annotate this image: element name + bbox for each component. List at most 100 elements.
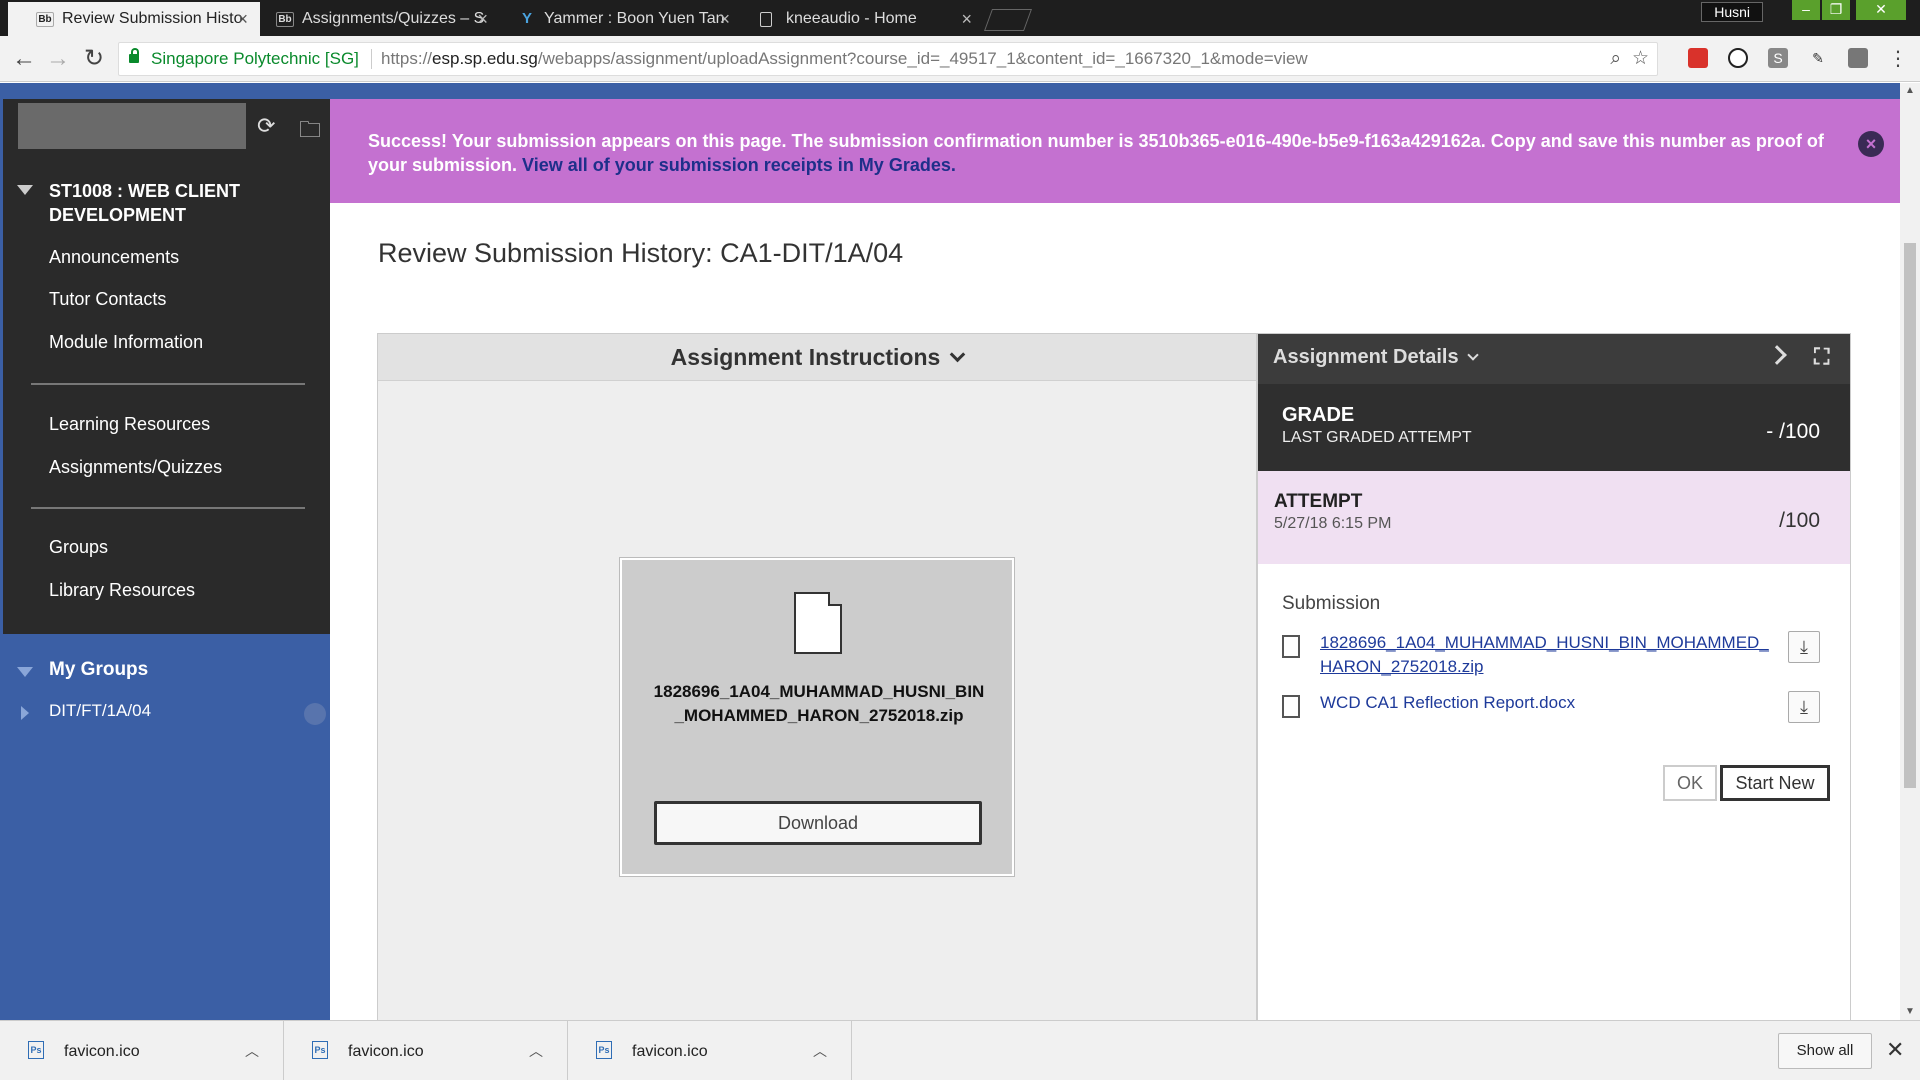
chevron-up-icon[interactable]: ︿ [529,1041,543,1061]
photoshop-file-icon: Ps [312,1041,328,1059]
file-icon [1282,695,1300,718]
document-icon [794,592,842,654]
receipts-link[interactable]: View all of your submission receipts in … [522,155,956,175]
address-bar[interactable]: Singapore Polytechnic [SG] https://esp.s… [118,42,1658,76]
photoshop-file-icon: Ps [28,1041,44,1059]
details-panel: Assignment Details ⛶ GRADE LAST GRADED A… [1257,333,1851,1020]
attempt-date: 5/27/18 6:15 PM [1274,515,1392,532]
chevron-down-icon [1466,349,1479,361]
scroll-down-icon[interactable]: ▼ [1900,1004,1920,1020]
my-groups-panel: My Groups DIT/FT/1A/04 [3,634,330,1020]
close-icon[interactable]: × [719,2,730,36]
extension-gauge-icon[interactable] [1728,48,1748,68]
tab-label: Review Submission Histo [62,10,243,27]
lock-icon [129,48,139,63]
extension-camera-icon[interactable] [1848,48,1868,68]
close-icon[interactable]: ✕ [1886,1037,1904,1063]
download-item[interactable]: Ps favicon.ico ︿ [0,1021,284,1080]
start-new-button[interactable]: Start New [1720,765,1830,801]
group-item[interactable]: DIT/FT/1A/04 [49,701,151,721]
folder-icon[interactable]: 🗀 [299,113,321,151]
sidebar-item-tutor-contacts[interactable]: Tutor Contacts [49,289,166,310]
tab-kneeaudio[interactable]: kneeaudio - Home × [732,2,984,36]
sidebar-item-module-information[interactable]: Module Information [49,332,203,353]
secure-site-name: Singapore Polytechnic [SG] [151,49,359,68]
download-file-name: favicon.ico [348,1043,424,1060]
my-groups-title[interactable]: My Groups [49,659,148,681]
sidebar-item-groups[interactable]: Groups [49,537,108,558]
restore-icon[interactable]: ❐ [1822,0,1850,20]
scroll-thumb[interactable] [1904,243,1916,788]
divider [371,49,372,69]
submission-file-link[interactable]: 1828696_1A04_MUHAMMAD_HUSNI_BIN_MOHAMMED… [1320,631,1770,679]
back-icon[interactable]: ← [8,43,40,75]
download-icon[interactable]: ⤓ [1788,631,1820,663]
extension-s-icon[interactable]: S [1768,48,1788,68]
show-all-button[interactable]: Show all [1778,1033,1872,1069]
grade-value: - /100 [1766,420,1820,443]
profile-button[interactable]: Husni [1701,2,1763,22]
expand-icon[interactable]: ⛶ [1814,346,1836,368]
grade-label: GRADE [1282,404,1355,426]
sidebar-search-area[interactable] [18,103,246,149]
expand-arrow-icon[interactable] [21,706,29,720]
new-tab-button[interactable] [983,9,1033,31]
instructions-header[interactable]: Assignment Instructions [378,334,1256,381]
tab-label: kneeaudio - Home [786,10,917,27]
minimize-icon[interactable]: – [1792,0,1820,20]
ok-button[interactable]: OK [1663,765,1717,801]
extension-pen-icon[interactable]: ✎ [1808,48,1828,68]
chevron-up-icon[interactable]: ︿ [813,1041,827,1061]
menu-icon[interactable]: ⋮ [1882,43,1914,75]
tab-assignments-quizzes[interactable]: Bb Assignments/Quizzes – S × [248,2,500,36]
file-preview-card: 1828696_1A04_MUHAMMAD_HUSNI_BIN_MOHAMMED… [620,558,1014,876]
submission-file-link[interactable]: WCD CA1 Reflection Report.docx [1320,691,1770,715]
download-item[interactable]: Ps favicon.ico ︿ [568,1021,852,1080]
course-title[interactable]: ST1008 : WEB CLIENT DEVELOPMENT [49,179,309,227]
sidebar-item-library-resources[interactable]: Library Resources [49,580,195,601]
group-go-icon[interactable] [304,703,326,725]
close-icon[interactable]: × [1858,131,1884,157]
close-icon[interactable]: × [237,2,248,36]
sidebar-item-assignments-quizzes[interactable]: Assignments/Quizzes [49,457,222,478]
close-icon[interactable]: × [961,2,972,36]
download-button[interactable]: Download [654,801,982,845]
submission-file-row: WCD CA1 Reflection Report.docx ⤓ [1282,691,1820,727]
instructions-label: Assignment Instructions [670,344,941,370]
zoom-icon[interactable]: ⌕ [1610,43,1621,75]
scroll-up-icon[interactable]: ▲ [1900,83,1920,99]
page-scrollbar[interactable]: ▲ ▼ [1900,83,1920,1020]
blackboard-favicon-icon: Bb [36,12,54,27]
tab-label: Assignments/Quizzes – S [302,10,485,27]
photoshop-file-icon: Ps [596,1041,612,1059]
tab-yammer[interactable]: Y Yammer : Boon Yuen Tan × [490,2,742,36]
attempt-section[interactable]: ATTEMPT 5/27/18 6:15 PM /100 [1258,471,1850,564]
file-icon [1282,635,1300,658]
reload-icon[interactable]: ↻ [78,43,110,75]
window-close-icon[interactable]: ✕ [1856,0,1906,20]
chevron-right-icon[interactable] [1767,345,1787,365]
sidebar-item-announcements[interactable]: Announcements [49,247,179,268]
page-favicon-icon [760,12,772,27]
refresh-icon[interactable]: ⟳ [257,113,275,139]
download-item[interactable]: Ps favicon.ico ︿ [284,1021,568,1080]
close-icon[interactable]: × [477,2,488,36]
details-header-label: Assignment Details [1273,346,1459,368]
submission-file-row: 1828696_1A04_MUHAMMAD_HUSNI_BIN_MOHAMMED… [1282,631,1820,683]
details-header[interactable]: Assignment Details ⛶ [1258,334,1850,384]
grade-section: GRADE LAST GRADED ATTEMPT - /100 [1258,384,1850,471]
collapse-caret-icon[interactable] [17,667,33,677]
chevron-down-icon [950,346,966,363]
page-header-strip [0,83,1900,99]
collapse-caret-icon[interactable] [17,185,33,195]
download-icon[interactable]: ⤓ [1788,691,1820,723]
forward-icon[interactable]: → [42,43,74,75]
page-title: Review Submission History: CA1-DIT/1A/04 [378,238,904,268]
url-text[interactable]: https://esp.sp.edu.sg/webapps/assignment… [381,43,1308,75]
tab-strip: Bb Review Submission Histo × Bb Assignme… [0,0,1920,36]
chevron-up-icon[interactable]: ︿ [245,1041,259,1061]
bookmark-star-icon[interactable]: ☆ [1632,43,1649,75]
extension-red-icon[interactable] [1688,48,1708,68]
tab-review-submission[interactable]: Bb Review Submission Histo × [8,2,260,36]
sidebar-item-learning-resources[interactable]: Learning Resources [49,414,210,435]
